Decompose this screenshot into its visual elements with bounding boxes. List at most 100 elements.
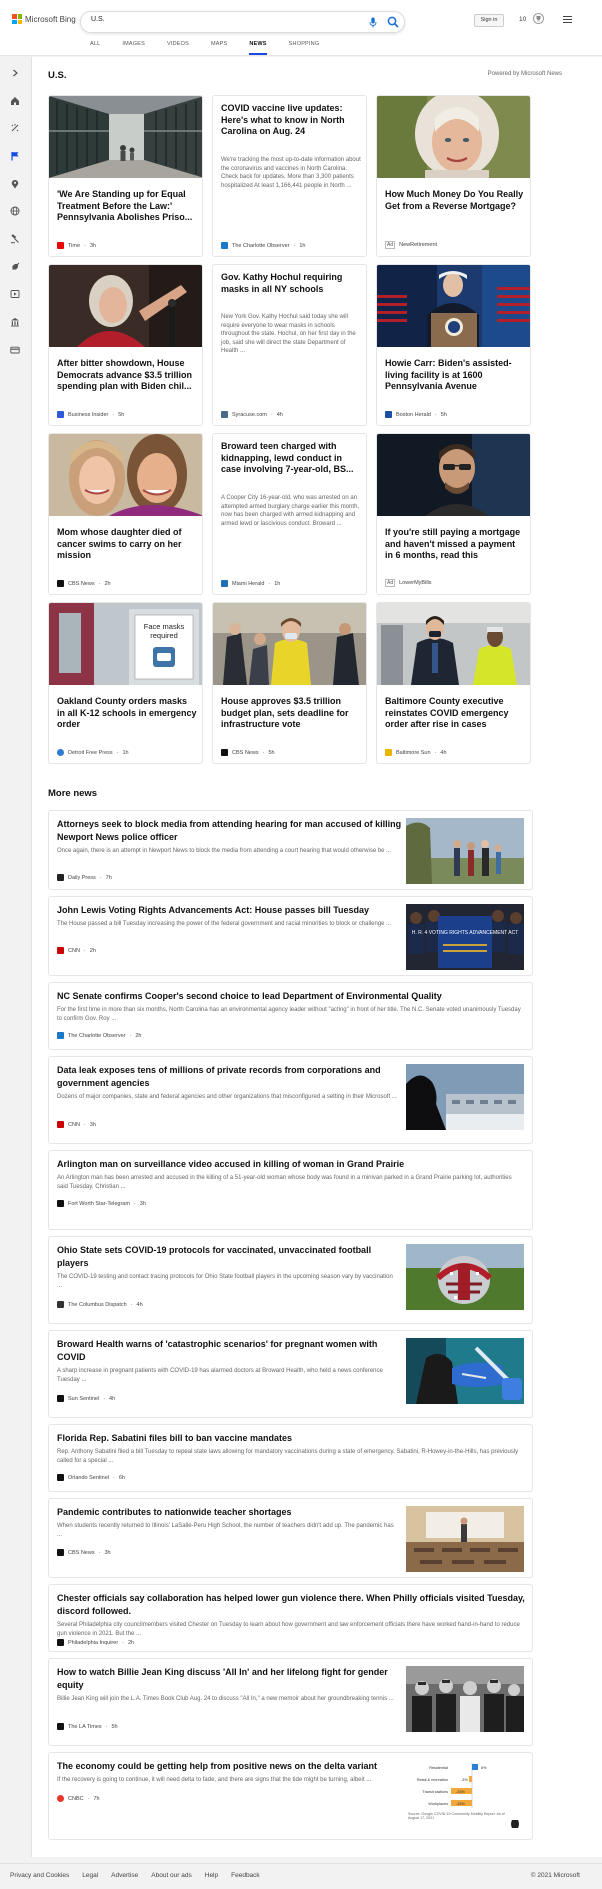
card-title[interactable]: Oakland County orders masks in all K-12 …: [57, 696, 197, 731]
news-list-item[interactable]: The economy could be getting help from p…: [48, 1752, 533, 1840]
news-list-item[interactable]: Ohio State sets COVID-19 protocols for v…: [48, 1236, 533, 1324]
news-card[interactable]: House approves $3.5 trillion budget plan…: [212, 602, 367, 764]
item-title[interactable]: The economy could be getting help from p…: [57, 1760, 397, 1773]
card-title[interactable]: Baltimore County executive reinstates CO…: [385, 696, 525, 731]
politics-gavel-icon[interactable]: [10, 234, 20, 244]
item-snippet: An Arlington man has been arrested and a…: [57, 1175, 512, 1190]
news-list-item[interactable]: Arlington man on surveillance video accu…: [48, 1150, 533, 1230]
news-card[interactable]: Face masks required Oakland County order…: [48, 602, 203, 764]
privacy-link[interactable]: Privacy and Cookies: [10, 1872, 69, 1879]
tab-shopping[interactable]: SHOPPING: [289, 41, 320, 47]
tab-videos[interactable]: VIDEOS: [167, 41, 189, 47]
news-card[interactable]: Howie Carr: Biden's assisted-living faci…: [376, 264, 531, 426]
ad-badge: Ad: [385, 579, 396, 587]
sparkle-icon[interactable]: [10, 123, 20, 133]
cbs-news-logo-icon: [57, 1549, 64, 1556]
news-list-item[interactable]: How to watch Billie Jean King discuss 'A…: [48, 1658, 533, 1746]
source-name: LowerMyBills: [399, 580, 432, 586]
about-ads-link[interactable]: About our ads: [151, 1872, 191, 1879]
card-title[interactable]: After bitter showdown, House Democrats a…: [57, 358, 197, 393]
item-title[interactable]: Broward Health warns of 'catastrophic sc…: [57, 1338, 402, 1363]
location-pin-icon[interactable]: [10, 179, 20, 189]
news-list-item[interactable]: Pandemic contributes to nationwide teach…: [48, 1498, 533, 1578]
news-list-item[interactable]: Broward Health warns of 'catastrophic sc…: [48, 1330, 533, 1418]
tab-maps[interactable]: MAPS: [211, 41, 227, 47]
item-title[interactable]: How to watch Billie Jean King discuss 'A…: [57, 1666, 397, 1691]
tab-images[interactable]: IMAGES: [122, 41, 145, 47]
globe-icon[interactable]: [10, 206, 20, 216]
published-time: 7h: [93, 1795, 100, 1802]
card-source: Ad LowerMyBills: [385, 579, 432, 587]
item-title[interactable]: Ohio State sets COVID-19 protocols for v…: [57, 1244, 402, 1269]
news-list-item[interactable]: Florida Rep. Sabatini files bill to ban …: [48, 1424, 533, 1492]
card-title[interactable]: How Much Money Do You Really Get from a …: [385, 189, 525, 212]
powered-by-label[interactable]: Powered by Microsoft News: [488, 71, 562, 77]
news-list-item[interactable]: John Lewis Voting Rights Advancements Ac…: [48, 896, 533, 976]
feedback-link[interactable]: Feedback: [231, 1872, 260, 1879]
mini-chart-row: Transit stations -33%: [422, 1788, 472, 1794]
science-rocket-icon[interactable]: [10, 262, 20, 272]
item-title[interactable]: NC Senate confirms Cooper's second choic…: [57, 990, 527, 1003]
mother-daughter-photo: [49, 434, 202, 516]
news-list-item[interactable]: Data leak exposes tens of millions of pr…: [48, 1056, 533, 1144]
news-list-item[interactable]: Attorneys seek to block media from atten…: [48, 810, 533, 890]
item-title[interactable]: Arlington man on surveillance video accu…: [57, 1158, 527, 1171]
advertise-link[interactable]: Advertise: [111, 1872, 138, 1879]
home-icon[interactable]: [10, 96, 20, 106]
tab-all[interactable]: ALL: [90, 41, 100, 47]
item-title[interactable]: John Lewis Voting Rights Advancements Ac…: [57, 904, 397, 917]
help-link[interactable]: Help: [205, 1872, 218, 1879]
item-snippet: The House passed a bill Tuesday increasi…: [57, 921, 392, 927]
sign-in-button[interactable]: Sign in: [474, 14, 504, 27]
news-card[interactable]: COVID vaccine live updates: Here's what …: [212, 95, 367, 257]
news-card[interactable]: Baltimore County executive reinstates CO…: [376, 602, 531, 764]
item-title[interactable]: Florida Rep. Sabatini files bill to ban …: [57, 1432, 527, 1445]
copyright: © 2021 Microsoft: [530, 1872, 580, 1879]
news-card[interactable]: 'We Are Standing up for Equal Treatment …: [48, 95, 203, 257]
news-card[interactable]: Mom whose daughter died of cancer swims …: [48, 433, 203, 595]
news-card[interactable]: Gov. Kathy Hochul requiring masks in all…: [212, 264, 367, 426]
microphone-icon[interactable]: [369, 17, 377, 28]
card-title[interactable]: Broward teen charged with kidnapping, le…: [221, 441, 361, 476]
flag-icon[interactable]: [10, 151, 20, 161]
bing-logo[interactable]: Microsoft Bing: [12, 14, 76, 24]
video-icon[interactable]: [10, 289, 20, 299]
item-title[interactable]: Pandemic contributes to nationwide teach…: [57, 1506, 397, 1519]
card-title[interactable]: COVID vaccine live updates: Here's what …: [221, 103, 361, 138]
money-card-icon[interactable]: [10, 345, 20, 355]
news-card[interactable]: After bitter showdown, House Democrats a…: [48, 264, 203, 426]
cbs-news-logo-icon: [57, 580, 64, 587]
card-title[interactable]: Howie Carr: Biden's assisted-living faci…: [385, 358, 525, 393]
item-title[interactable]: Chester officials say collaboration has …: [57, 1592, 527, 1617]
source-name: Fort Worth Star-Telegram: [68, 1200, 130, 1207]
rewards-trophy-icon[interactable]: [533, 13, 544, 24]
expand-chevron-icon[interactable]: [10, 68, 20, 78]
source-name: CBS News: [232, 749, 259, 756]
search-input[interactable]: [91, 16, 341, 23]
card-title[interactable]: 'We Are Standing up for Equal Treatment …: [57, 189, 197, 224]
card-title[interactable]: Mom whose daughter died of cancer swims …: [57, 527, 197, 562]
source-name: CNN: [68, 947, 80, 954]
news-card[interactable]: Broward teen charged with kidnapping, le…: [212, 433, 367, 595]
published-time: 4h: [109, 1395, 116, 1402]
card-title[interactable]: If you're still paying a mortgage and ha…: [385, 527, 525, 562]
source-name: Detroit Free Press: [68, 749, 113, 756]
item-title[interactable]: Attorneys seek to block media from atten…: [57, 818, 407, 843]
news-list-item[interactable]: NC Senate confirms Cooper's second choic…: [48, 982, 533, 1050]
card-title[interactable]: House approves $3.5 trillion budget plan…: [221, 696, 361, 731]
hamburger-menu-icon[interactable]: [563, 16, 572, 23]
news-list-item[interactable]: Chester officials say collaboration has …: [48, 1584, 533, 1652]
tab-news[interactable]: NEWS: [249, 41, 267, 55]
star-telegram-logo-icon: [57, 1200, 64, 1207]
footer-links: Privacy and Cookies Legal Advertise Abou…: [10, 1872, 273, 1879]
legal-link[interactable]: Legal: [82, 1872, 98, 1879]
business-icon[interactable]: [10, 317, 20, 327]
ad-card[interactable]: How Much Money Do You Really Get from a …: [376, 95, 531, 257]
rewards-count[interactable]: 10: [519, 16, 526, 23]
mobility-chart-thumbnail: Residential 6% Retail & recreation -3% T…: [406, 1760, 524, 1834]
search-icon[interactable]: [387, 16, 399, 28]
ad-card[interactable]: If you're still paying a mortgage and ha…: [376, 433, 531, 595]
item-title[interactable]: Data leak exposes tens of millions of pr…: [57, 1064, 402, 1089]
card-title[interactable]: Gov. Kathy Hochul requiring masks in all…: [221, 272, 361, 295]
item-snippet: Billie Jean King will join the L.A. Time…: [57, 1696, 394, 1702]
